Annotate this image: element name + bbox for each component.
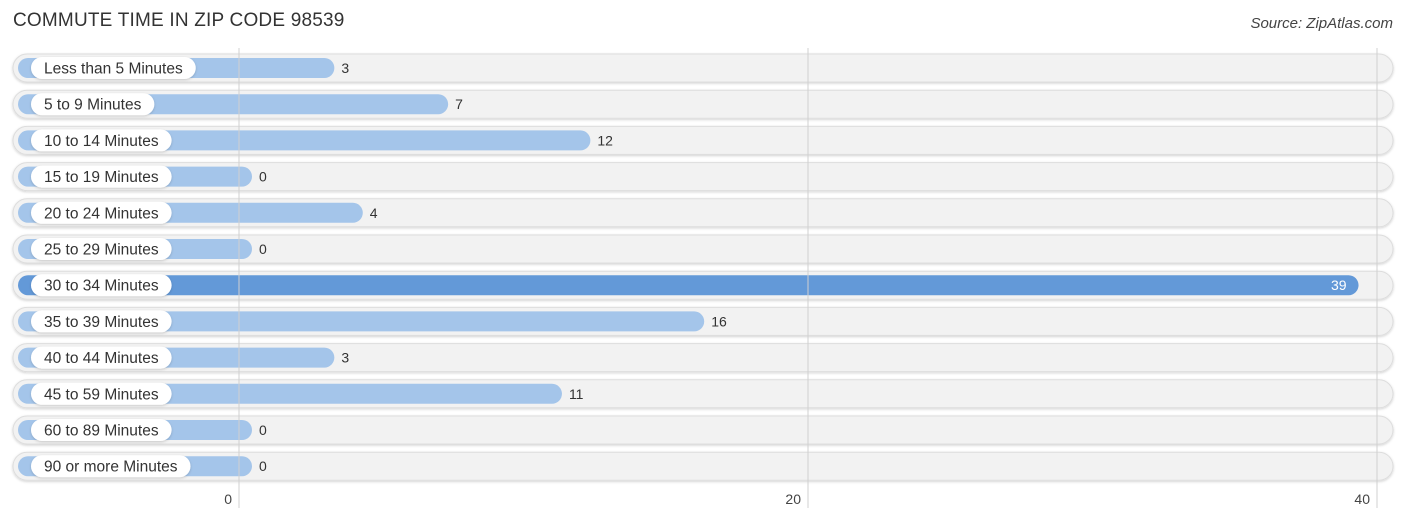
bar-row: 60 to 89 Minutes 0	[12, 415, 1394, 445]
value-label: 39	[1331, 277, 1347, 293]
bar-row: 20 to 24 Minutes 4	[12, 198, 1394, 228]
category-label: 15 to 19 Minutes	[44, 169, 159, 186]
bar-row: Less than 5 Minutes 3	[12, 53, 1394, 83]
category-label: 35 to 39 Minutes	[44, 314, 159, 331]
value-label: 3	[341, 60, 349, 76]
category-label: 60 to 89 Minutes	[44, 423, 159, 440]
value-label: 7	[455, 96, 463, 112]
value-label: 12	[597, 132, 613, 148]
value-label: 0	[259, 422, 267, 438]
category-label: 10 to 14 Minutes	[44, 133, 159, 150]
bar-row: 5 to 9 Minutes 7	[12, 89, 1394, 119]
category-label: 90 or more Minutes	[44, 459, 178, 476]
value-label: 11	[569, 386, 584, 402]
category-label: 30 to 34 Minutes	[44, 278, 159, 295]
category-label: 45 to 59 Minutes	[44, 386, 159, 403]
bar-row: 10 to 14 Minutes 12	[12, 125, 1394, 155]
value-label: 0	[259, 241, 267, 257]
category-label: 5 to 9 Minutes	[44, 97, 142, 114]
bar-row: 25 to 29 Minutes 0	[12, 234, 1394, 264]
x-tick-label: 20	[785, 491, 801, 507]
category-label: Less than 5 Minutes	[44, 61, 183, 78]
x-tick-label: 0	[224, 491, 232, 507]
value-label: 4	[370, 205, 378, 221]
bar-chart: Less than 5 Minutes 3 5 to 9 Minutes 7 10 to…	[12, 48, 1394, 508]
value-label: 0	[259, 458, 267, 474]
category-label: 40 to 44 Minutes	[44, 350, 159, 367]
x-tick-label: 40	[1354, 491, 1370, 507]
value-label: 16	[711, 313, 727, 329]
value-label: 3	[341, 350, 349, 366]
category-label: 25 to 29 Minutes	[44, 242, 159, 259]
value-label: 0	[259, 169, 267, 185]
bar-rows: Less than 5 Minutes 3 5 to 9 Minutes 7 10 to…	[12, 53, 1394, 481]
bar-row: 40 to 44 Minutes 3	[12, 343, 1394, 373]
bar-row: 90 or more Minutes 0	[12, 451, 1394, 481]
bar-row: 30 to 34 Minutes 39	[12, 270, 1394, 300]
bar-row: 15 to 19 Minutes 0	[12, 162, 1394, 192]
bar-row: 45 to 59 Minutes 11	[12, 379, 1394, 409]
bar	[18, 275, 1359, 296]
category-label: 20 to 24 Minutes	[44, 205, 159, 222]
bar-row: 35 to 39 Minutes 16	[12, 306, 1394, 336]
